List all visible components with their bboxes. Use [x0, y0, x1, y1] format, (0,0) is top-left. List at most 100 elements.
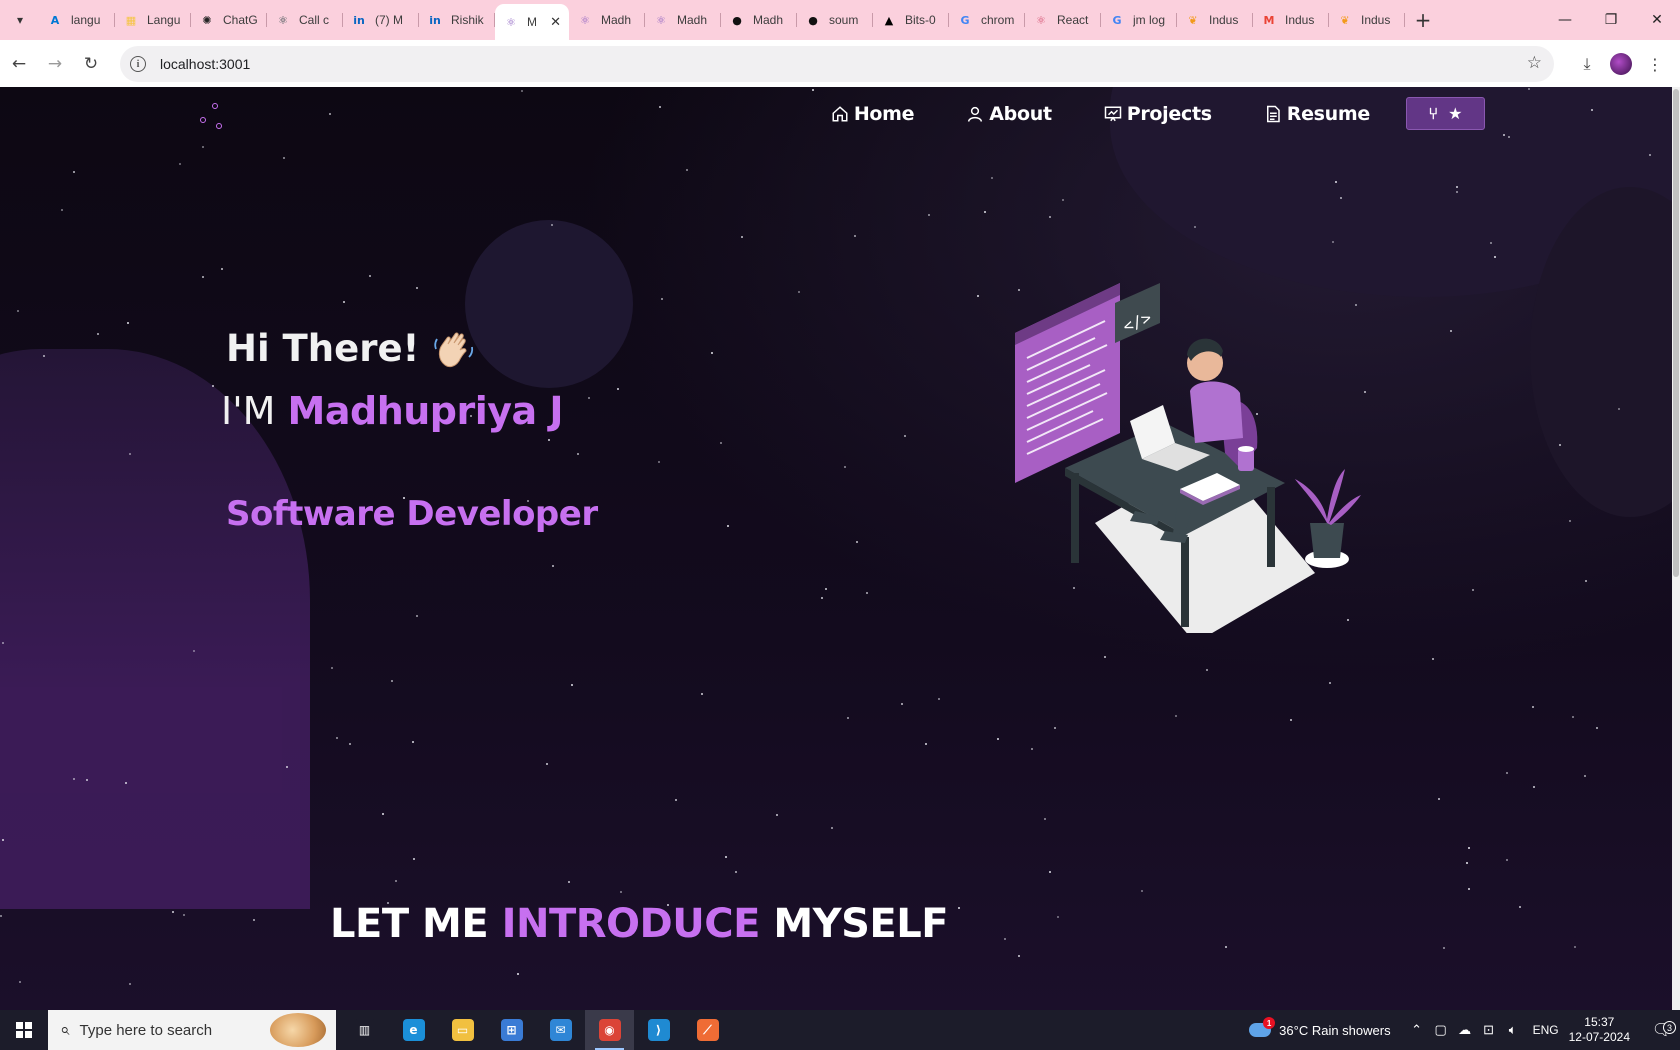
page-scrollbar[interactable]: [1672, 87, 1680, 1010]
star-dot: [1054, 727, 1056, 729]
browser-tab[interactable]: Alangu: [39, 4, 115, 36]
browser-tab[interactable]: M Indus: [1253, 4, 1329, 36]
starfield: [0, 87, 1680, 1010]
nav-resume[interactable]: Resume: [1264, 103, 1370, 125]
taskbar-app[interactable]: ✉: [536, 1010, 585, 1050]
star-dot: [825, 588, 827, 590]
star-dot: [221, 268, 223, 270]
star-dot: [1206, 669, 1208, 671]
profile-avatar[interactable]: [1610, 53, 1632, 75]
browser-tab[interactable]: ● Madh: [721, 4, 797, 36]
notification-center-icon[interactable]: 🗨︎ 3: [1644, 1020, 1680, 1040]
star-dot: [571, 684, 573, 686]
language-indicator[interactable]: ENG: [1533, 1023, 1559, 1037]
browser-tab[interactable]: ❦ Indus: [1329, 4, 1405, 36]
star-dot: [329, 113, 331, 115]
site-nav: Home About Projects Resume ⑂ ★: [779, 97, 1485, 130]
meet-now-icon[interactable]: ▢: [1429, 1022, 1453, 1038]
browser-tab[interactable]: in (7) M: [343, 4, 419, 36]
chevron-up-icon[interactable]: ⌃: [1405, 1022, 1429, 1038]
star-dot: [1494, 256, 1496, 258]
taskbar-app[interactable]: ▥: [340, 1010, 389, 1050]
star-dot: [984, 211, 986, 213]
star-dot: [1559, 444, 1561, 446]
star-dot: [847, 717, 849, 719]
star-dot: [1503, 134, 1505, 136]
star-dot: [997, 738, 999, 740]
linkedin-icon: in: [429, 13, 441, 27]
tab-title: chrom: [981, 13, 1015, 27]
star-dot: [928, 214, 930, 216]
address-url[interactable]: localhost:3001: [160, 56, 250, 72]
scrollbar-thumb[interactable]: [1673, 89, 1679, 577]
address-bar[interactable]: i localhost:3001 ☆: [120, 46, 1554, 82]
document-icon: [1266, 105, 1280, 122]
tab-title: Madh: [753, 13, 784, 27]
taskbar-app[interactable]: ▭: [438, 1010, 487, 1050]
windows-taskbar: ⌕ Type here to search ▥ e ▭ ⊞ ✉ ◉ ⟩ ⟋ 1 36°C Ra…: [0, 1010, 1680, 1050]
browser-tab[interactable]: ▦ Langu: [115, 4, 191, 36]
browser-tab[interactable]: ⚛ M ✕: [495, 4, 569, 40]
back-button[interactable]: ←: [2, 47, 36, 81]
star-dot: [686, 169, 688, 171]
onedrive-icon[interactable]: ☁: [1453, 1022, 1477, 1038]
react-icon: ⚛: [1036, 13, 1046, 27]
site-logo[interactable]: [198, 103, 226, 131]
reload-button[interactable]: ↻: [74, 47, 108, 81]
browser-tab[interactable]: in Rishik: [419, 4, 495, 36]
start-button[interactable]: [0, 1010, 48, 1050]
taskbar-app[interactable]: e: [389, 1010, 438, 1050]
portfolio-page: Home About Projects Resume ⑂ ★ Hi There!…: [0, 87, 1680, 1010]
star-dot: [1438, 798, 1440, 800]
volume-icon[interactable]: 🔈︎: [1501, 1022, 1525, 1038]
browser-tab[interactable]: ⚛ Call c: [267, 4, 343, 36]
linkedin-icon: in: [353, 13, 365, 27]
star-dot: [831, 827, 833, 829]
site-info-icon[interactable]: i: [130, 56, 146, 72]
forward-button[interactable]: →: [38, 47, 72, 81]
browser-tab[interactable]: Gchrom: [949, 4, 1025, 36]
browser-tab[interactable]: ⚛ Madh: [645, 4, 721, 36]
browser-tab[interactable]: Gjm log: [1101, 4, 1177, 36]
taskbar-app[interactable]: ◉: [585, 1010, 634, 1050]
browser-tab[interactable]: ● soum: [797, 4, 873, 36]
star-dot: [416, 615, 418, 617]
nav-projects[interactable]: Projects: [1104, 103, 1212, 125]
tab-search-button[interactable]: ▾: [5, 5, 35, 35]
download-icon[interactable]: ⤓: [1570, 48, 1604, 80]
network-icon[interactable]: ⊡: [1477, 1022, 1501, 1038]
weather-temp: 36°C: [1279, 1022, 1309, 1038]
browser-tab[interactable]: ▲ Bits-0: [873, 4, 949, 36]
clock[interactable]: 15:37 12-07-2024: [1569, 1015, 1630, 1045]
restore-button[interactable]: ❐: [1588, 0, 1634, 40]
new-tab-button[interactable]: +: [1409, 6, 1437, 34]
search-highlight-shell-icon[interactable]: [270, 1013, 326, 1047]
nav-about[interactable]: About: [966, 103, 1052, 125]
clock-date: 12-07-2024: [1568, 1030, 1630, 1044]
browser-tab[interactable]: ⚛ React: [1025, 4, 1101, 36]
tab-close-icon[interactable]: ✕: [550, 15, 561, 30]
star-dot: [1519, 906, 1521, 908]
star-dot: [1472, 589, 1474, 591]
taskbar-search[interactable]: ⌕ Type here to search: [48, 1010, 336, 1050]
bookmark-star-icon[interactable]: ☆: [1527, 53, 1542, 73]
browser-tab[interactable]: ✺ ChatG: [191, 4, 267, 36]
star-dot: [1031, 748, 1033, 750]
minimize-button[interactable]: —: [1542, 0, 1588, 40]
taskbar-search-placeholder[interactable]: Type here to search: [80, 1022, 213, 1039]
search-icon: ⌕: [60, 1020, 70, 1040]
star-dot: [1443, 947, 1445, 949]
nav-home[interactable]: Home: [831, 103, 915, 125]
chrome-icon: ◉: [598, 1019, 621, 1041]
browser-tab[interactable]: ❦ Indus: [1177, 4, 1253, 36]
weather-widget[interactable]: 1 36°C Rain showers: [1249, 1017, 1391, 1038]
taskbar-app[interactable]: ⊞: [487, 1010, 536, 1050]
close-window-button[interactable]: ✕: [1634, 0, 1680, 40]
star-dot: [1450, 330, 1452, 332]
star-dot: [1574, 946, 1576, 948]
taskbar-app[interactable]: ⟩: [634, 1010, 683, 1050]
taskbar-app[interactable]: ⟋: [683, 1010, 732, 1050]
browser-tab[interactable]: ⚛ Madh: [569, 4, 645, 36]
github-repo-button[interactable]: ⑂ ★: [1406, 97, 1485, 130]
browser-menu-icon[interactable]: ⋮: [1638, 48, 1672, 80]
